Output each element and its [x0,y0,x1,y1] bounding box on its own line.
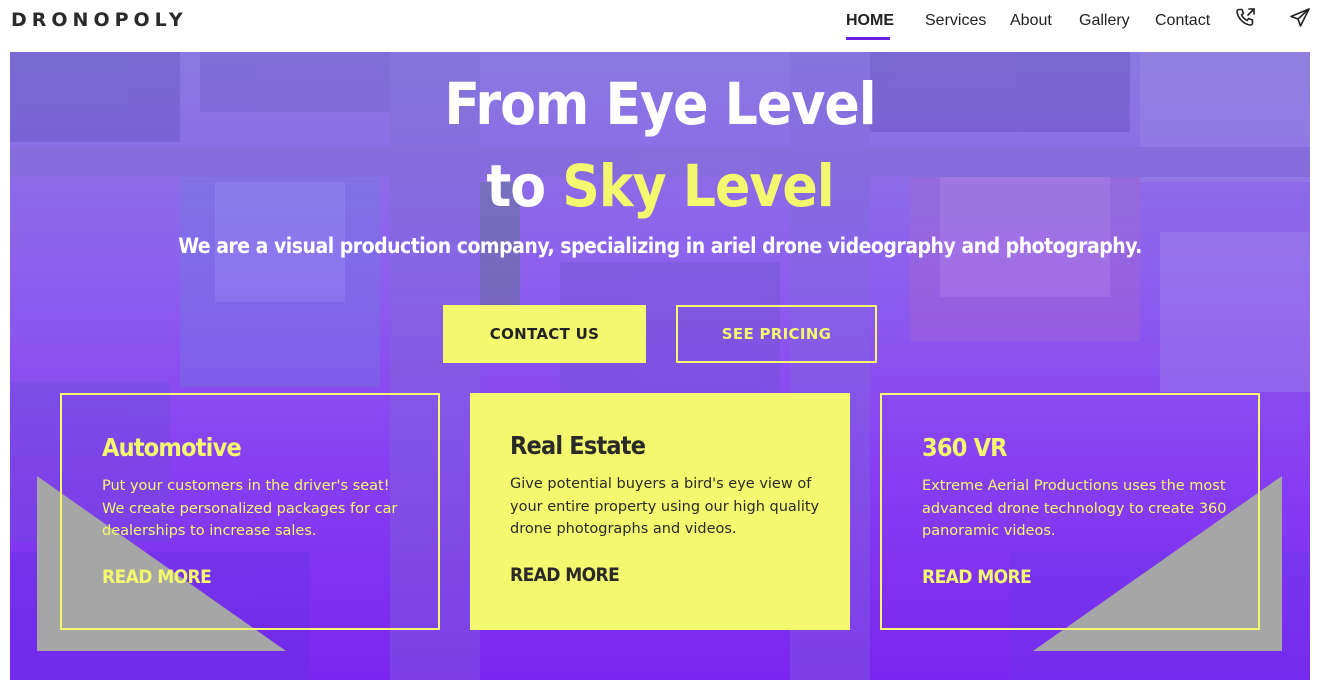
hero-title-highlight: Sky Level [562,152,834,220]
card-text: Extreme Aerial Productions uses the most… [922,478,1227,539]
phone-icon[interactable] [1234,6,1258,30]
card-text: Put your customers in the driver's seat!… [102,478,398,539]
card-text: Give potential buyers a bird's eye view … [510,476,820,537]
nav-item-about[interactable]: About [1010,12,1052,30]
nav-item-gallery[interactable]: Gallery [1079,12,1130,30]
card-title: Real Estate [510,431,646,460]
nav-item-services[interactable]: Services [925,12,986,30]
hero-section: From Eye Level to Sky Level We are a vis… [10,52,1310,680]
hero-title-line1: From Eye Level [444,70,876,138]
send-icon[interactable] [1288,6,1312,30]
active-nav-underline [846,37,890,40]
nav-item-contact[interactable]: Contact [1155,12,1210,30]
see-pricing-button[interactable]: SEE PRICING [676,305,877,363]
service-card-360-vr: 360 VR Extreme Aerial Productions uses t… [880,393,1260,630]
read-more-link[interactable]: READ MORE [922,566,1032,588]
contact-us-button[interactable]: CONTACT US [443,305,646,363]
top-navbar: DRONOPOLY HOME Services About Gallery Co… [0,0,1322,52]
hero-title-line2: to Sky Level [10,152,1310,220]
brand-logo[interactable]: DRONOPOLY [11,9,188,31]
service-card-automotive: Automotive Put your customers in the dri… [60,393,440,630]
read-more-link[interactable]: READ MORE [102,566,212,588]
card-title: 360 VR [922,433,1008,462]
hero-subtitle: We are a visual production company, spec… [178,234,1142,258]
card-title: Automotive [102,433,242,462]
read-more-link[interactable]: READ MORE [510,564,620,586]
service-card-real-estate: Real Estate Give potential buyers a bird… [470,393,850,630]
nav-item-home[interactable]: HOME [846,12,894,30]
hero-title-prefix: to [486,152,563,220]
